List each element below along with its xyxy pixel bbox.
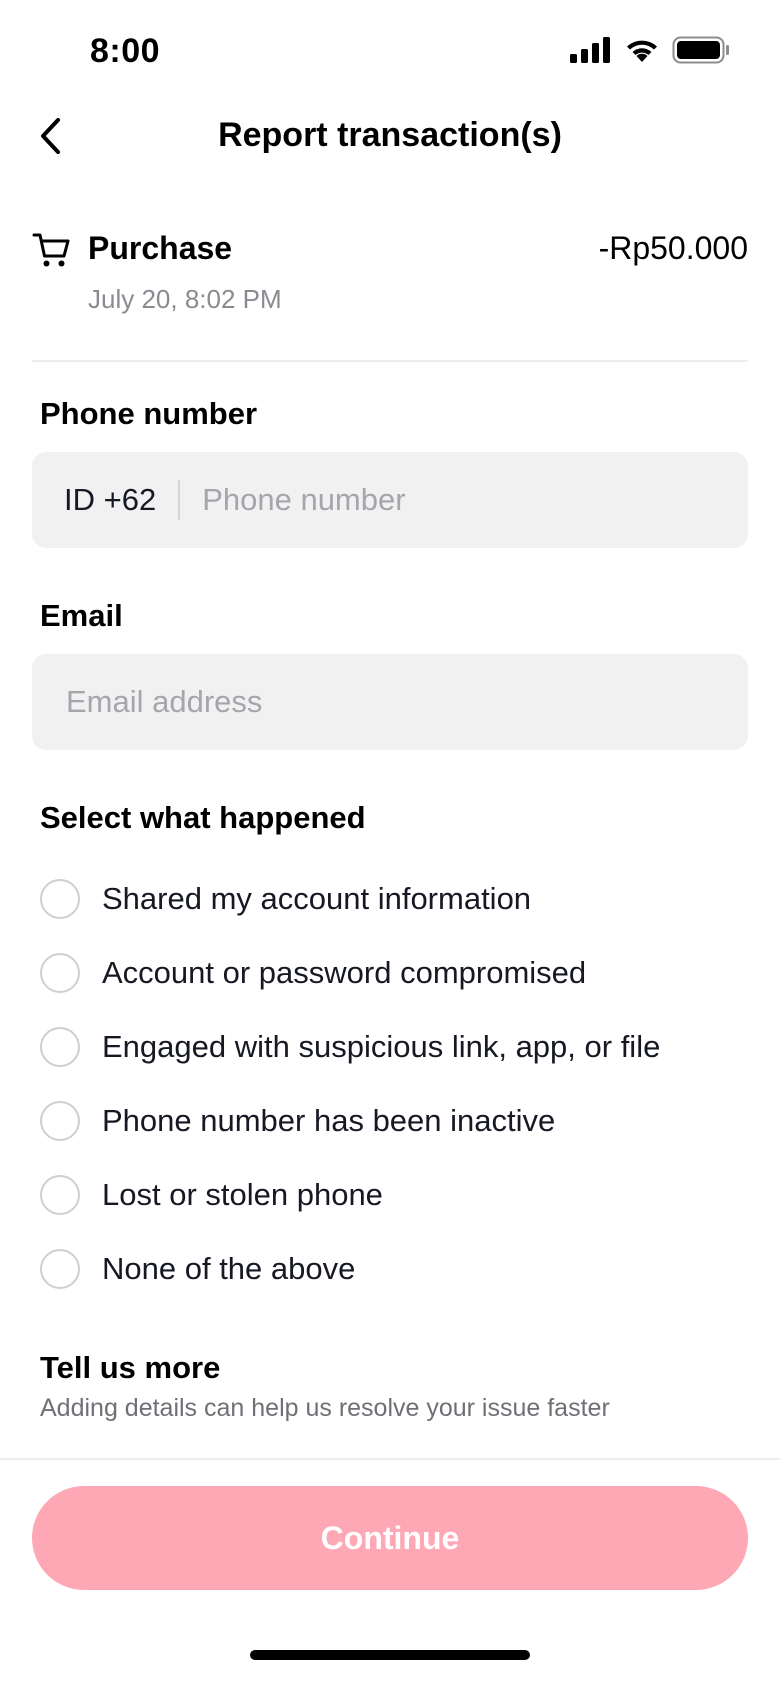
radio-button[interactable] (40, 953, 80, 993)
phone-input[interactable] (180, 469, 748, 531)
status-bar: 8:00 (0, 0, 780, 100)
option-phone-inactive[interactable]: Phone number has been inactive (40, 1084, 740, 1158)
transaction-date: July 20, 8:02 PM (88, 284, 282, 314)
option-suspicious-link[interactable]: Engaged with suspicious link, app, or fi… (40, 1010, 740, 1084)
radio-button[interactable] (40, 1101, 80, 1141)
option-label: Account or password compromised (102, 955, 587, 990)
email-field (32, 654, 748, 750)
option-lost-stolen-phone[interactable]: Lost or stolen phone (40, 1158, 740, 1232)
phone-label: Phone number (40, 396, 258, 431)
radio-button[interactable] (40, 1027, 80, 1067)
what-happened-label: Select what happened (40, 800, 366, 835)
option-label: Phone number has been inactive (102, 1103, 556, 1138)
nav-bar: Report transaction(s) (0, 100, 780, 176)
transaction-amount: -Rp50.000 (598, 230, 748, 266)
footer-divider (0, 1458, 780, 1460)
status-time: 8:00 (90, 32, 161, 70)
battery-icon (672, 36, 730, 69)
tell-us-more-subtitle: Adding details can help us resolve your … (40, 1394, 610, 1422)
what-happened-options: Shared my account information Account or… (40, 862, 740, 1306)
phone-field: ID +62 (32, 452, 748, 548)
continue-button[interactable]: Continue (32, 1486, 748, 1590)
transaction-type: Purchase (88, 230, 233, 266)
signal-icon (570, 37, 612, 68)
country-code-selector[interactable]: ID +62 (64, 480, 181, 520)
radio-button[interactable] (40, 1175, 80, 1215)
home-indicator (250, 1650, 530, 1660)
tell-us-more-title: Tell us more (40, 1350, 221, 1385)
email-input[interactable] (64, 671, 748, 733)
option-label: Engaged with suspicious link, app, or fi… (102, 1029, 661, 1064)
option-label: None of the above (102, 1251, 356, 1286)
page-title: Report transaction(s) (218, 116, 562, 154)
status-icons (570, 36, 730, 69)
option-account-compromised[interactable]: Account or password compromised (40, 936, 740, 1010)
wifi-icon (624, 36, 660, 69)
option-shared-account-info[interactable]: Shared my account information (40, 862, 740, 936)
option-label: Shared my account information (102, 881, 532, 916)
transaction-summary: Purchase July 20, 8:02 PM -Rp50.000 (32, 220, 748, 362)
radio-button[interactable] (40, 879, 80, 919)
email-label: Email (40, 598, 123, 633)
option-none-of-above[interactable]: None of the above (40, 1232, 740, 1306)
radio-button[interactable] (40, 1249, 80, 1289)
option-label: Lost or stolen phone (102, 1177, 383, 1212)
cart-icon (32, 230, 72, 275)
